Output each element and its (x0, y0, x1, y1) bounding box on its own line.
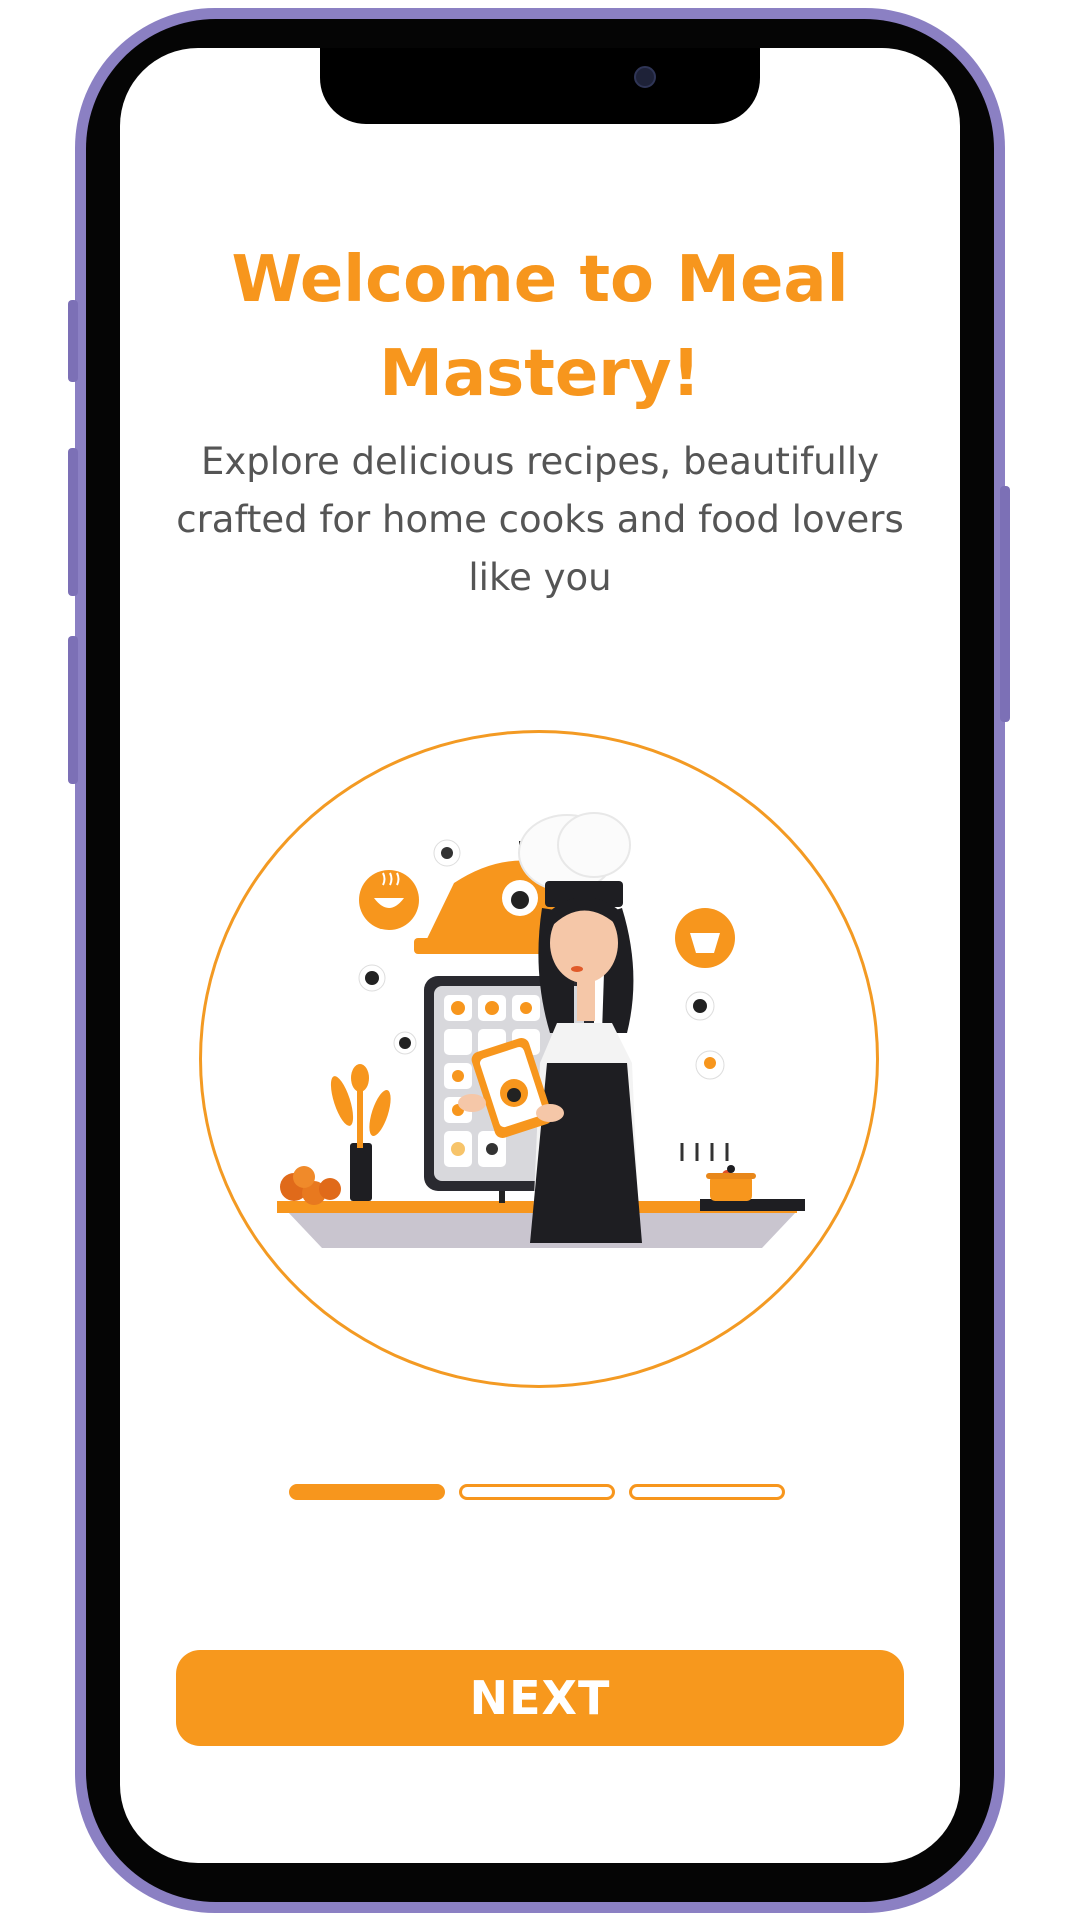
utensil-holder (350, 1143, 372, 1201)
tomatoes (280, 1166, 341, 1205)
page-dot-1-active[interactable] (289, 1484, 445, 1500)
page-dot-2[interactable] (459, 1484, 615, 1500)
power-button (1000, 486, 1010, 722)
onboarding-subtitle: Explore delicious recipes, beautifully c… (176, 440, 904, 599)
app-screen: Welcome to Meal Mastery! Explore delicio… (120, 48, 960, 1863)
chef-illustration (199, 730, 879, 1388)
volume-up-button (68, 448, 78, 596)
camera-icon (634, 66, 656, 88)
next-button[interactable]: NEXT (176, 1650, 904, 1746)
pot-icon (706, 1165, 756, 1201)
page-indicator (289, 1484, 789, 1504)
mute-switch (68, 300, 78, 382)
volume-down-button (68, 636, 78, 784)
onboarding-title: Welcome to Meal Mastery! (231, 243, 849, 411)
notch (320, 48, 760, 124)
page-dot-3[interactable] (629, 1484, 785, 1500)
